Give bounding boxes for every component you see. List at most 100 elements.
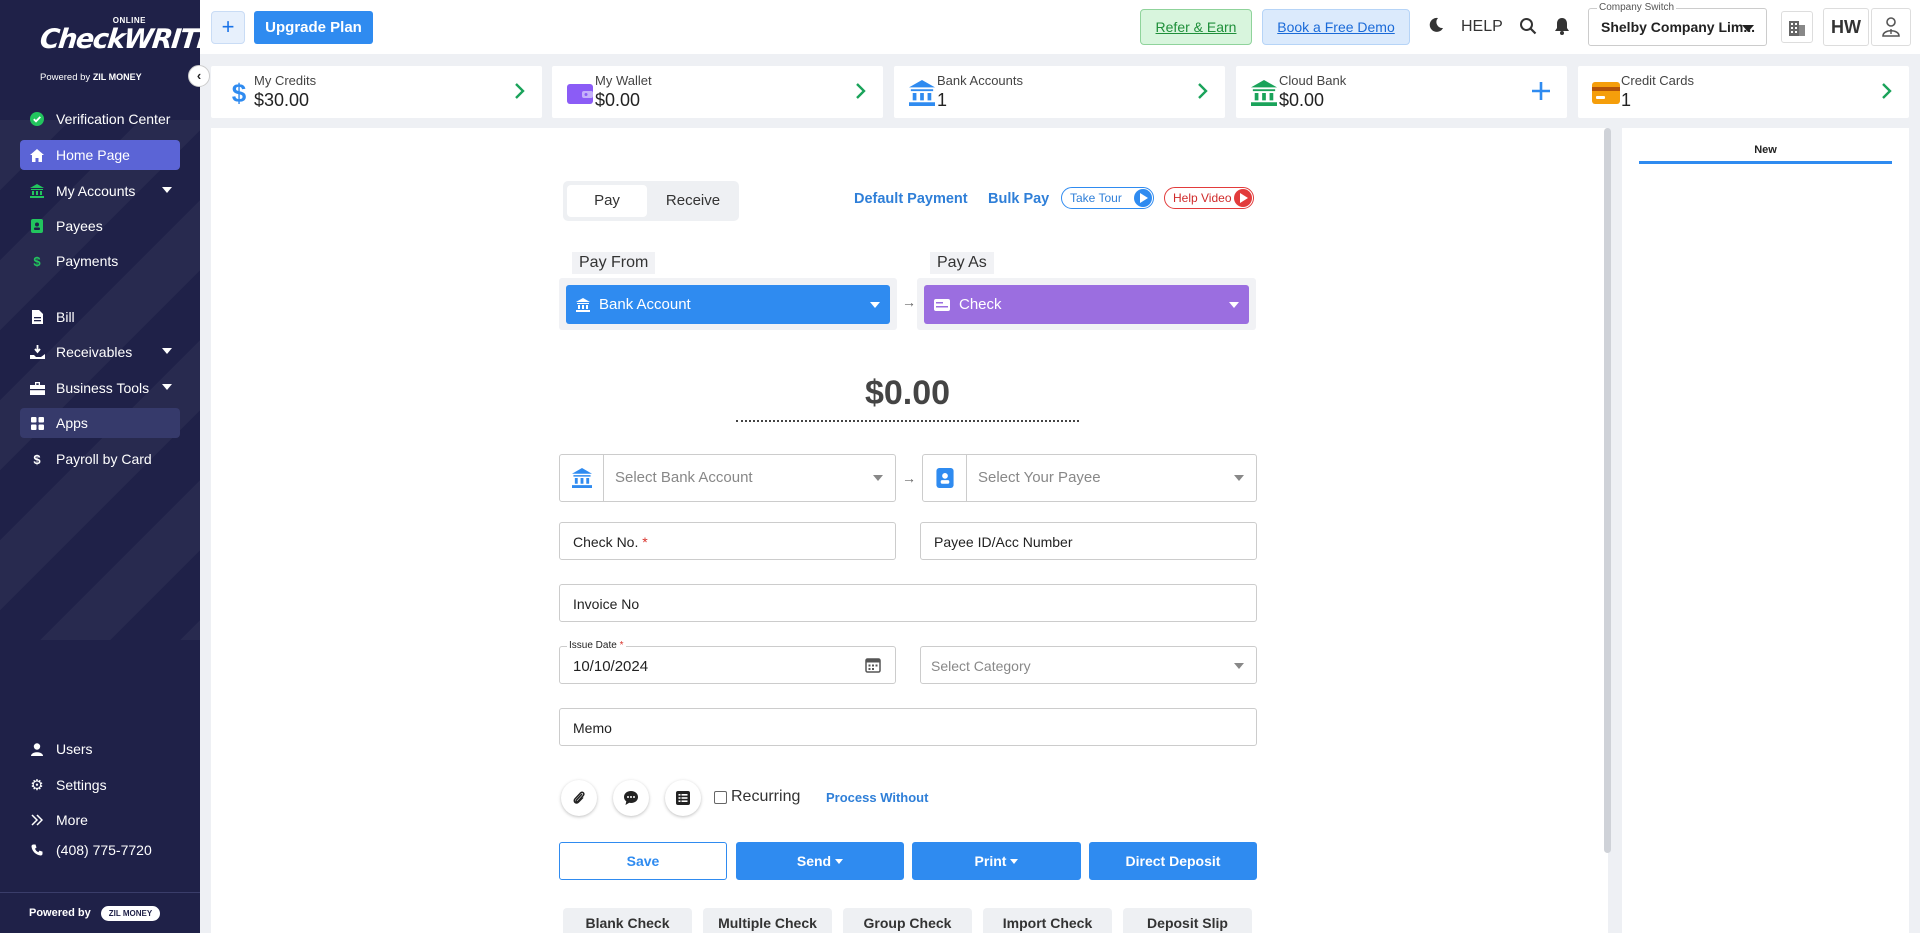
payee-book-icon: [923, 455, 967, 501]
direct-deposit-button[interactable]: Direct Deposit: [1089, 842, 1257, 880]
building-icon[interactable]: [1781, 11, 1813, 43]
sidebar-item-payees[interactable]: Payees: [20, 211, 180, 241]
tab-receive[interactable]: Receive: [651, 185, 735, 217]
check-number-field[interactable]: Check No. *: [559, 522, 896, 560]
pay-as-value-box[interactable]: Check: [924, 285, 1249, 324]
search-icon[interactable]: [1519, 17, 1537, 40]
tab-deposit-slip[interactable]: Deposit Slip: [1123, 908, 1252, 933]
sidebar-footer: Powered by ZIL MONEY: [0, 892, 200, 933]
sidebar-item-label: Home Page: [56, 147, 130, 163]
payee-id-field[interactable]: Payee ID/Acc Number: [920, 522, 1257, 560]
card-title: Cloud Bank: [1279, 73, 1347, 88]
pay-as-label: Pay As: [930, 252, 994, 274]
bank-icon: [908, 79, 936, 107]
list-icon[interactable]: [665, 780, 701, 816]
moon-icon[interactable]: [1428, 17, 1446, 35]
save-button[interactable]: Save: [559, 842, 727, 880]
sidebar-item-business-tools[interactable]: Business Tools: [20, 373, 180, 403]
recurring-checkbox[interactable]: Recurring: [714, 788, 800, 806]
sidebar-item-more[interactable]: More: [20, 805, 180, 835]
amount-input[interactable]: $0.00: [736, 374, 1079, 422]
chevron-down-icon: [162, 187, 172, 193]
card-cloud-bank[interactable]: Cloud Bank $0.00: [1236, 66, 1567, 118]
sidebar-collapse-button[interactable]: ‹: [188, 65, 210, 87]
memo-field[interactable]: Memo: [559, 708, 1257, 746]
book-demo-button[interactable]: Book a Free Demo: [1262, 9, 1410, 45]
tab-pay[interactable]: Pay: [567, 185, 647, 217]
footer-powered-by: Powered by: [29, 907, 91, 919]
tab-new[interactable]: New: [1639, 144, 1892, 164]
chevron-down-icon: [1234, 475, 1244, 481]
sidebar-item-label: Payees: [56, 218, 103, 234]
send-button[interactable]: Send: [736, 842, 904, 880]
help-video-button[interactable]: Help Video: [1164, 187, 1254, 209]
company-switch-value: Shelby Company Lim...: [1601, 19, 1756, 35]
user-icon: [28, 742, 46, 756]
avatar[interactable]: HW: [1823, 8, 1869, 46]
payee-select[interactable]: Select Your Payee: [922, 454, 1257, 502]
category-select[interactable]: Select Category: [920, 646, 1257, 684]
sidebar-item-payroll-by-card[interactable]: $ Payroll by Card: [20, 444, 180, 474]
tab-blank-check[interactable]: Blank Check: [563, 908, 692, 933]
invoice-number-field[interactable]: Invoice No: [559, 584, 1257, 622]
help-link[interactable]: HELP: [1461, 18, 1503, 36]
card-value: 1: [937, 90, 948, 110]
payee-placeholder: Select Your Payee: [978, 469, 1101, 486]
default-payment-link[interactable]: Default Payment: [854, 191, 968, 207]
dollar-icon: $: [33, 253, 41, 269]
chevron-right-icon: [1198, 83, 1208, 99]
sidebar-item-bill[interactable]: Bill: [20, 302, 180, 332]
sidebar-item-my-accounts[interactable]: My Accounts: [20, 176, 180, 206]
tab-import-check[interactable]: Import Check: [983, 908, 1112, 933]
bank-account-placeholder: Select Bank Account: [615, 469, 753, 486]
pay-as-select[interactable]: Check: [917, 278, 1256, 330]
card-credit-cards[interactable]: Credit Cards 1: [1578, 66, 1909, 118]
play-icon: [1134, 189, 1152, 207]
attachment-icon[interactable]: [561, 780, 597, 816]
bank-account-select[interactable]: Select Bank Account: [559, 454, 896, 502]
company-switch-select[interactable]: Company Switch Shelby Company Lim...: [1588, 2, 1767, 46]
dollar-icon: $: [231, 77, 247, 108]
apps-grid-icon: [28, 416, 46, 430]
quick-add-button[interactable]: +: [211, 11, 245, 44]
pay-from-value-box[interactable]: Bank Account: [566, 285, 890, 324]
user-profile-icon[interactable]: [1871, 8, 1911, 46]
sidebar-item-label: More: [56, 812, 88, 828]
recurring-checkbox-box[interactable]: [714, 790, 727, 804]
pay-from-select[interactable]: Bank Account: [559, 278, 897, 330]
pay-from-label: Pay From: [572, 252, 656, 274]
payee-book-icon: [28, 219, 46, 233]
refer-earn-button[interactable]: Refer & Earn: [1140, 9, 1252, 45]
card-my-credits[interactable]: $ My Credits $30.00: [211, 66, 542, 118]
main-scrollbar[interactable]: [1604, 128, 1611, 853]
bulk-pay-link[interactable]: Bulk Pay: [988, 191, 1049, 207]
sidebar-item-receivables[interactable]: Receivables: [20, 337, 180, 367]
card-title: My Credits: [254, 73, 317, 88]
print-button[interactable]: Print: [912, 842, 1081, 880]
card-my-wallet[interactable]: My Wallet $0.00: [552, 66, 883, 118]
sidebar-item-verification-center[interactable]: Verification Center: [20, 104, 180, 134]
sidebar-item-settings[interactable]: ⚙ Settings: [20, 770, 180, 800]
take-tour-button[interactable]: Take Tour: [1061, 187, 1154, 209]
upgrade-plan-button[interactable]: Upgrade Plan: [254, 11, 373, 44]
sidebar-item-users[interactable]: Users: [20, 734, 180, 764]
issue-date-field[interactable]: Issue Date * 10/10/2024: [559, 640, 896, 684]
issue-date-value: 10/10/2024: [573, 658, 649, 675]
sidebar-item-home-page[interactable]: Home Page: [20, 140, 180, 170]
process-without-link[interactable]: Process Without: [826, 790, 928, 805]
company-switch-label: Company Switch: [1597, 2, 1677, 13]
sidebar-item-label: Receivables: [56, 344, 133, 360]
card-bank-accounts[interactable]: Bank Accounts 1: [894, 66, 1225, 118]
card-value: $0.00: [1279, 90, 1325, 110]
comment-icon[interactable]: [613, 780, 649, 816]
bell-icon[interactable]: [1554, 17, 1570, 40]
sidebar-item-phone[interactable]: (408) 775-7720: [20, 835, 180, 865]
sidebar-item-apps[interactable]: Apps: [20, 408, 180, 438]
checkwriter-logo[interactable]: ONLINE CheckWRITER Powered by ZIL MONEY: [38, 14, 234, 86]
chevron-down-icon: [835, 859, 844, 864]
plus-icon[interactable]: [1531, 81, 1551, 101]
tab-multiple-check[interactable]: Multiple Check: [703, 908, 832, 933]
sidebar-item-payments[interactable]: $ Payments: [20, 246, 180, 276]
calendar-icon[interactable]: [865, 657, 881, 673]
tab-group-check[interactable]: Group Check: [843, 908, 972, 933]
